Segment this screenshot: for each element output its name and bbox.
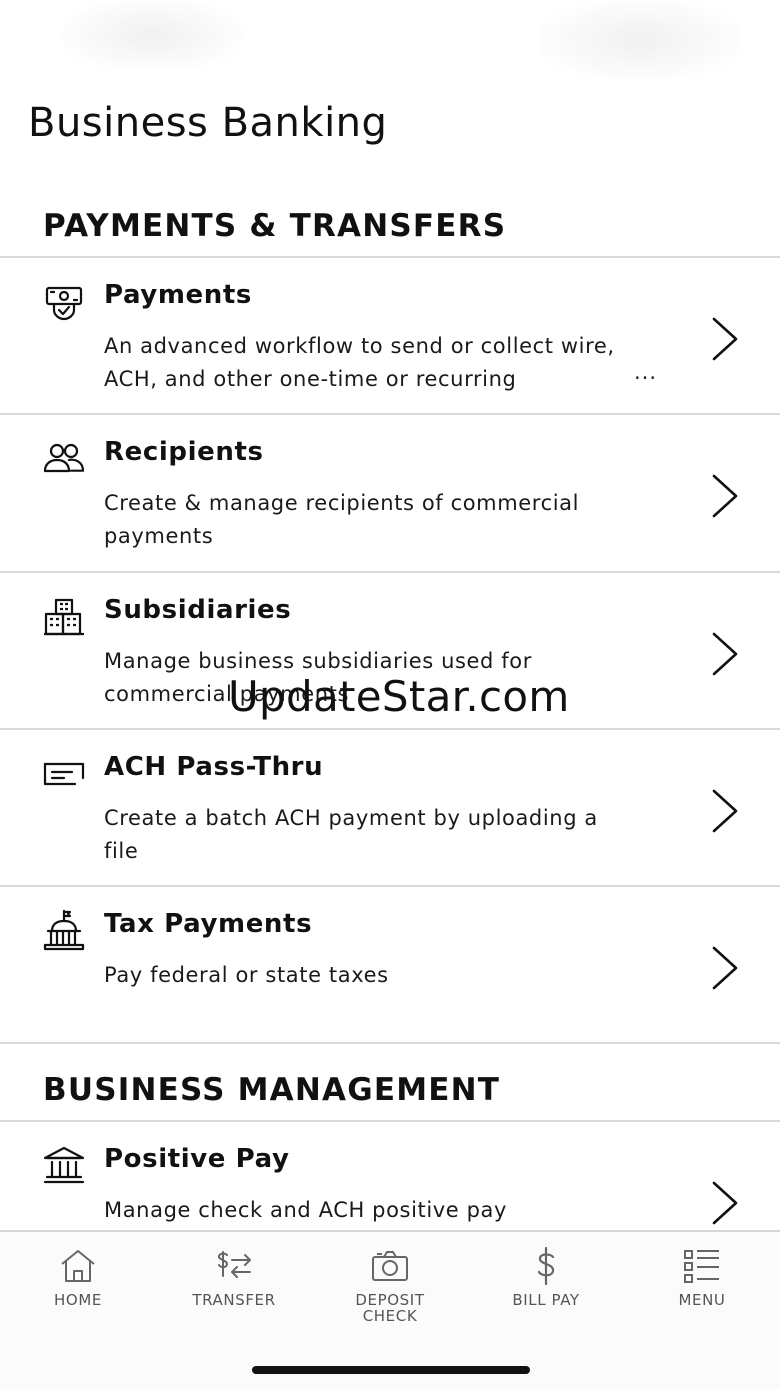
chevron-right-icon	[706, 788, 746, 834]
list-item-title: Tax Payments	[104, 909, 313, 939]
list-item-description: Pay federal or state taxes	[104, 963, 389, 987]
list-item-subsidiaries[interactable]: Subsidiaries Manage business subsidiarie…	[0, 573, 780, 728]
list-item-title: Recipients	[104, 437, 264, 467]
list-item-title: Payments	[104, 280, 252, 310]
home-icon	[61, 1250, 95, 1282]
dollar-icon	[537, 1246, 555, 1286]
payments-icon	[42, 280, 86, 324]
section-header-business-management: BUSINESS MANAGEMENT	[43, 1072, 501, 1108]
tab-label: BILL PAY	[512, 1291, 580, 1309]
recipients-icon	[42, 437, 86, 481]
home-indicator	[252, 1366, 530, 1374]
status-bar-blur-left	[62, 0, 242, 70]
list-item-payments[interactable]: Payments An advanced workflow to send or…	[0, 258, 780, 413]
tab-menu[interactable]: MENU	[637, 1246, 767, 1346]
list-item-title: Subsidiaries	[104, 595, 292, 625]
page-title: Business Banking	[28, 100, 388, 146]
tab-label: HOME	[54, 1291, 102, 1309]
capitol-building-icon	[42, 909, 86, 953]
list-item-recipients[interactable]: Recipients Create & manage recipients of…	[0, 415, 780, 570]
list-item-description: Manage business subsidiaries used for co…	[104, 649, 532, 706]
chevron-right-icon	[706, 1180, 746, 1226]
tab-bill-pay[interactable]: BILL PAY	[481, 1246, 611, 1346]
list-item-description: Create a batch ACH payment by uploading …	[104, 806, 598, 863]
list-item-title: ACH Pass-Thru	[104, 752, 324, 782]
tab-home[interactable]: HOME	[13, 1246, 143, 1346]
tab-label: TRANSFER	[192, 1291, 276, 1309]
camera-icon	[372, 1251, 408, 1281]
chevron-right-icon	[706, 473, 746, 519]
section-header-payments-transfers: PAYMENTS & TRANSFERS	[43, 208, 507, 244]
ach-file-icon	[42, 752, 86, 796]
chevron-right-icon	[706, 316, 746, 362]
status-bar-blur-right	[540, 0, 740, 80]
subsidiaries-icon	[42, 595, 86, 639]
chevron-right-icon	[706, 631, 746, 677]
tab-label: MENU	[678, 1291, 726, 1309]
divider	[0, 1042, 780, 1044]
menu-list-icon	[684, 1250, 719, 1283]
truncation-ellipsis: ...	[634, 360, 658, 384]
tab-transfer[interactable]: TRANSFER	[169, 1246, 299, 1346]
chevron-right-icon	[706, 945, 746, 991]
list-item-title: Positive Pay	[104, 1144, 290, 1174]
tab-label: DEPOSIT CHECK	[355, 1291, 425, 1325]
list-item-description: Create & manage recipients of commercial…	[104, 491, 580, 548]
transfer-icon	[217, 1251, 251, 1278]
tab-deposit-check[interactable]: DEPOSIT CHECK	[325, 1246, 455, 1346]
list-item-ach-pass-thru[interactable]: ACH Pass-Thru Create a batch ACH payment…	[0, 730, 780, 885]
list-item-description: Manage check and ACH positive pay	[104, 1198, 508, 1222]
list-item-description: An advanced workflow to send or collect …	[104, 334, 615, 391]
bank-building-icon	[42, 1144, 86, 1188]
list-item-tax-payments[interactable]: Tax Payments Pay federal or state taxes	[0, 887, 780, 1042]
